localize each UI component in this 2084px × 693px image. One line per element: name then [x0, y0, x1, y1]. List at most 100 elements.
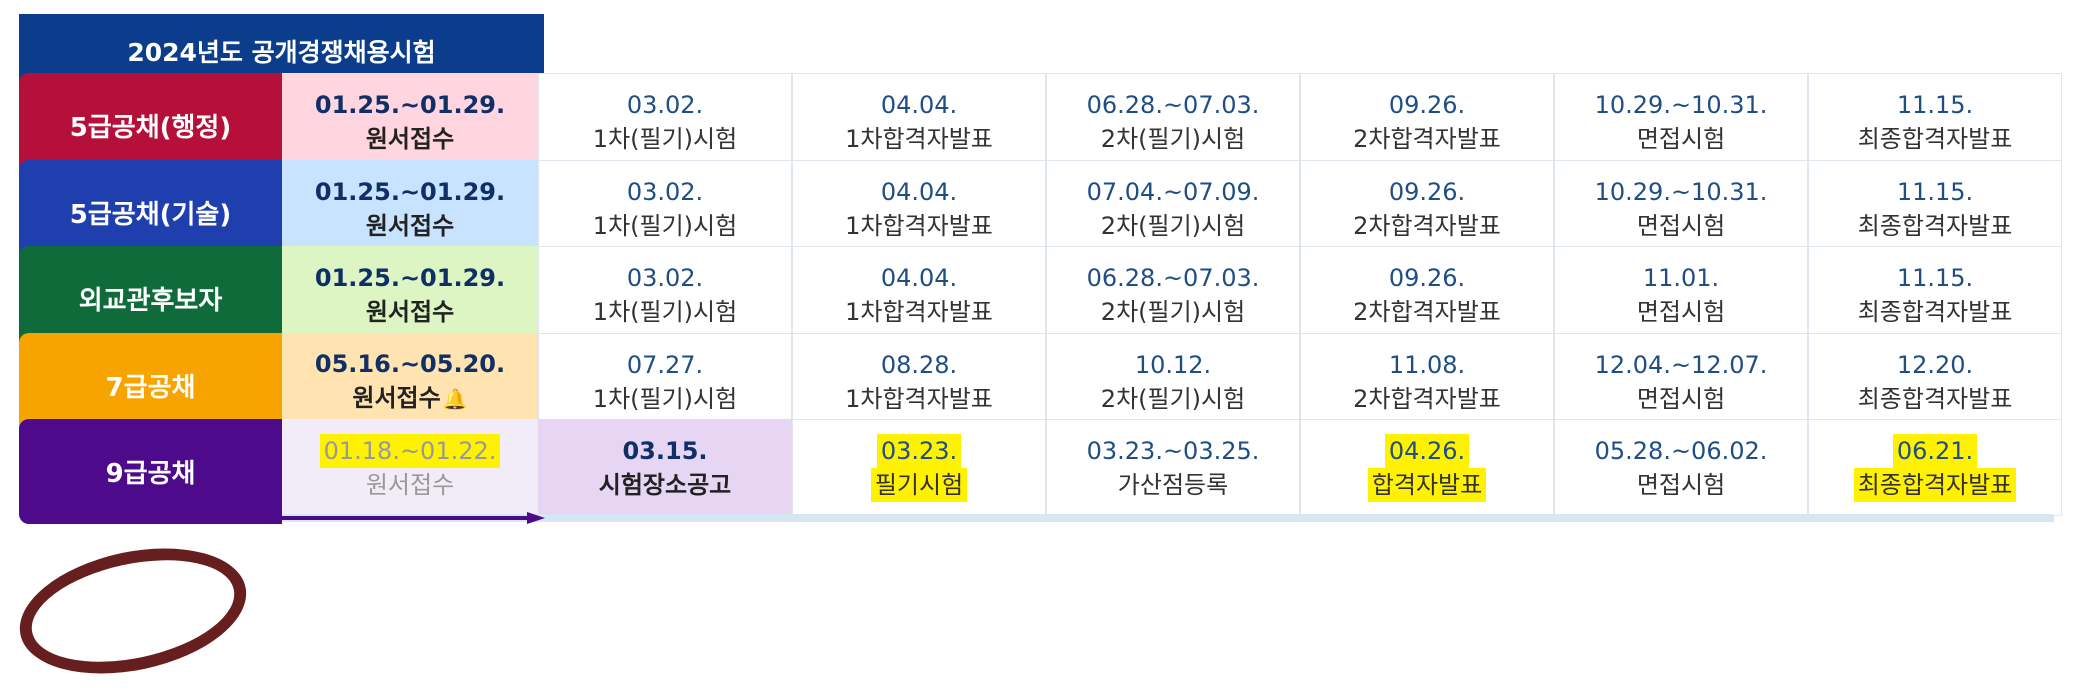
schedule-cell: 03.15. 시험장소공고 — [538, 419, 792, 516]
schedule-date: 09.26. — [1388, 90, 1466, 119]
schedule-date: 11.08. — [1388, 350, 1466, 379]
schedule-cell: 09.26. 2차합격자발표 — [1300, 160, 1554, 257]
schedule-event: 원서접수 🔔 — [352, 381, 467, 416]
schedule-cell: 09.26. 2차합격자발표 — [1300, 73, 1554, 170]
schedule-date: 03.02. — [626, 177, 704, 206]
schedule-cell: 01.18.~01.22. 원서접수 — [282, 419, 538, 516]
schedule-event: 최종합격자발표 — [1857, 297, 2013, 326]
schedule-event: 원서접수 — [365, 211, 455, 240]
schedule-event: 2차(필기)시험 — [1100, 124, 1246, 153]
schedule-cell: 04.04. 1차합격자발표 — [792, 246, 1046, 343]
schedule-event: 면접시험 — [1636, 297, 1726, 326]
schedule-cell: 12.04.~12.07. 면접시험 — [1554, 333, 1808, 430]
schedule-cell: 11.08. 2차합격자발표 — [1300, 333, 1554, 430]
schedule-cell: 10.12. 2차(필기)시험 — [1046, 333, 1300, 430]
schedule-date: 11.15. — [1896, 90, 1974, 119]
schedule-cell: 05.28.~06.02. 면접시험 — [1554, 419, 1808, 516]
schedule-cell: 03.23.~03.25. 가산점등록 — [1046, 419, 1300, 516]
schedule-date: 05.16.~05.20. — [314, 350, 506, 378]
schedule-event: 가산점등록 — [1117, 470, 1229, 499]
schedule-event: 1차합격자발표 — [845, 124, 993, 153]
schedule-cell: 11.15. 최종합격자발표 — [1808, 160, 2062, 257]
schedule-row: 9급공채 01.18.~01.22. 원서접수 03.15. 시험장소공고 03.23. 필… — [19, 419, 2062, 524]
schedule-date: 10.29.~10.31. — [1594, 90, 1768, 119]
schedule-date: 03.02. — [626, 90, 704, 119]
schedule-event: 최종합격자발표 — [1857, 384, 2013, 413]
schedule-cell: 04.04. 1차합격자발표 — [792, 160, 1046, 257]
schedule-event: 면접시험 — [1636, 211, 1726, 240]
schedule-date: 12.20. — [1896, 350, 1974, 379]
schedule-date: 04.04. — [880, 177, 958, 206]
schedule-date: 10.12. — [1134, 350, 1212, 379]
schedule-event: 최종합격자발표 — [1853, 467, 2017, 502]
bell-icon: 🔔 — [442, 387, 468, 411]
schedule-date: 10.29.~10.31. — [1594, 177, 1768, 206]
schedule-cell: 09.26. 2차합격자발표 — [1300, 246, 1554, 343]
schedule-event: 2차합격자발표 — [1353, 211, 1501, 240]
schedule-cell: 03.02. 1차(필기)시험 — [538, 246, 792, 343]
schedule-date: 12.04.~12.07. — [1594, 350, 1768, 379]
schedule-event: 원서접수 — [365, 470, 455, 499]
schedule-cell: 03.02. 1차(필기)시험 — [538, 73, 792, 170]
schedule-cell: 10.29.~10.31. 면접시험 — [1554, 73, 1808, 170]
schedule-date: 08.28. — [880, 350, 958, 379]
schedule-date: 09.26. — [1388, 263, 1466, 292]
timeline-bar — [282, 514, 2054, 522]
schedule-date: 04.26. — [1384, 433, 1470, 468]
schedule-cell: 07.04.~07.09. 2차(필기)시험 — [1046, 160, 1300, 257]
circle-annotation — [8, 529, 258, 693]
schedule-event: 1차(필기)시험 — [592, 384, 738, 413]
schedule-date: 06.28.~07.03. — [1086, 263, 1260, 292]
schedule-event: 면접시험 — [1636, 384, 1726, 413]
schedule-cell: 06.28.~07.03. 2차(필기)시험 — [1046, 246, 1300, 343]
category-label: 9급공채 — [19, 419, 282, 524]
schedule-cell: 08.28. 1차합격자발표 — [792, 333, 1046, 430]
schedule-date: 09.26. — [1388, 177, 1466, 206]
schedule-event: 2차합격자발표 — [1353, 384, 1501, 413]
schedule-date: 03.23.~03.25. — [1086, 436, 1260, 465]
schedule-event: 면접시험 — [1636, 470, 1726, 499]
schedule-event: 1차합격자발표 — [845, 384, 993, 413]
schedule-cell: 11.01. 면접시험 — [1554, 246, 1808, 343]
schedule-cell: 04.04. 1차합격자발표 — [792, 73, 1046, 170]
schedule-cell: 01.25.~01.29. 원서접수 — [282, 246, 538, 343]
schedule-event: 2차(필기)시험 — [1100, 211, 1246, 240]
schedule-event: 원서접수 — [365, 297, 455, 326]
schedule-event: 최종합격자발표 — [1857, 124, 2013, 153]
schedule-date: 07.04.~07.09. — [1086, 177, 1260, 206]
schedule-cell: 01.25.~01.29. 원서접수 — [282, 160, 538, 257]
schedule-cell: 05.16.~05.20. 원서접수 🔔 — [282, 333, 538, 430]
schedule-cell: 10.29.~10.31. 면접시험 — [1554, 160, 1808, 257]
schedule-event: 2차(필기)시험 — [1100, 384, 1246, 413]
schedule-event: 1차(필기)시험 — [592, 124, 738, 153]
schedule-date: 11.15. — [1896, 263, 1974, 292]
schedule-date: 07.27. — [626, 350, 704, 379]
schedule-cell: 03.02. 1차(필기)시험 — [538, 160, 792, 257]
schedule-date: 05.28.~06.02. — [1594, 436, 1768, 465]
schedule-date: 06.21. — [1892, 433, 1978, 468]
schedule-date: 06.28.~07.03. — [1086, 90, 1260, 119]
schedule-event: 면접시험 — [1636, 124, 1726, 153]
schedule-event: 1차(필기)시험 — [592, 297, 738, 326]
schedule-event: 최종합격자발표 — [1857, 211, 2013, 240]
arrow-icon — [282, 512, 545, 524]
schedule-cell: 01.25.~01.29. 원서접수 — [282, 73, 538, 170]
schedule-cell: 12.20. 최종합격자발표 — [1808, 333, 2062, 430]
schedule-event: 원서접수 — [365, 124, 455, 153]
schedule-date: 03.23. — [876, 433, 962, 468]
schedule-cell: 06.28.~07.03. 2차(필기)시험 — [1046, 73, 1300, 170]
schedule-date: 11.15. — [1896, 177, 1974, 206]
schedule-event: 합격자발표 — [1367, 467, 1487, 502]
schedule-event: 2차합격자발표 — [1353, 297, 1501, 326]
schedule-event: 1차합격자발표 — [845, 297, 993, 326]
schedule-cell: 03.23. 필기시험 — [792, 419, 1046, 516]
schedule-cell: 11.15. 최종합격자발표 — [1808, 246, 2062, 343]
schedule-cell: 11.15. 최종합격자발표 — [1808, 73, 2062, 170]
schedule-date: 03.15. — [622, 436, 708, 465]
schedule-event: 2차합격자발표 — [1353, 124, 1501, 153]
schedule-event: 1차(필기)시험 — [592, 211, 738, 240]
schedule-cell: 04.26. 합격자발표 — [1300, 419, 1554, 516]
schedule-date: 04.04. — [880, 263, 958, 292]
schedule-event: 1차합격자발표 — [845, 211, 993, 240]
schedule-date: 01.25.~01.29. — [314, 177, 506, 206]
